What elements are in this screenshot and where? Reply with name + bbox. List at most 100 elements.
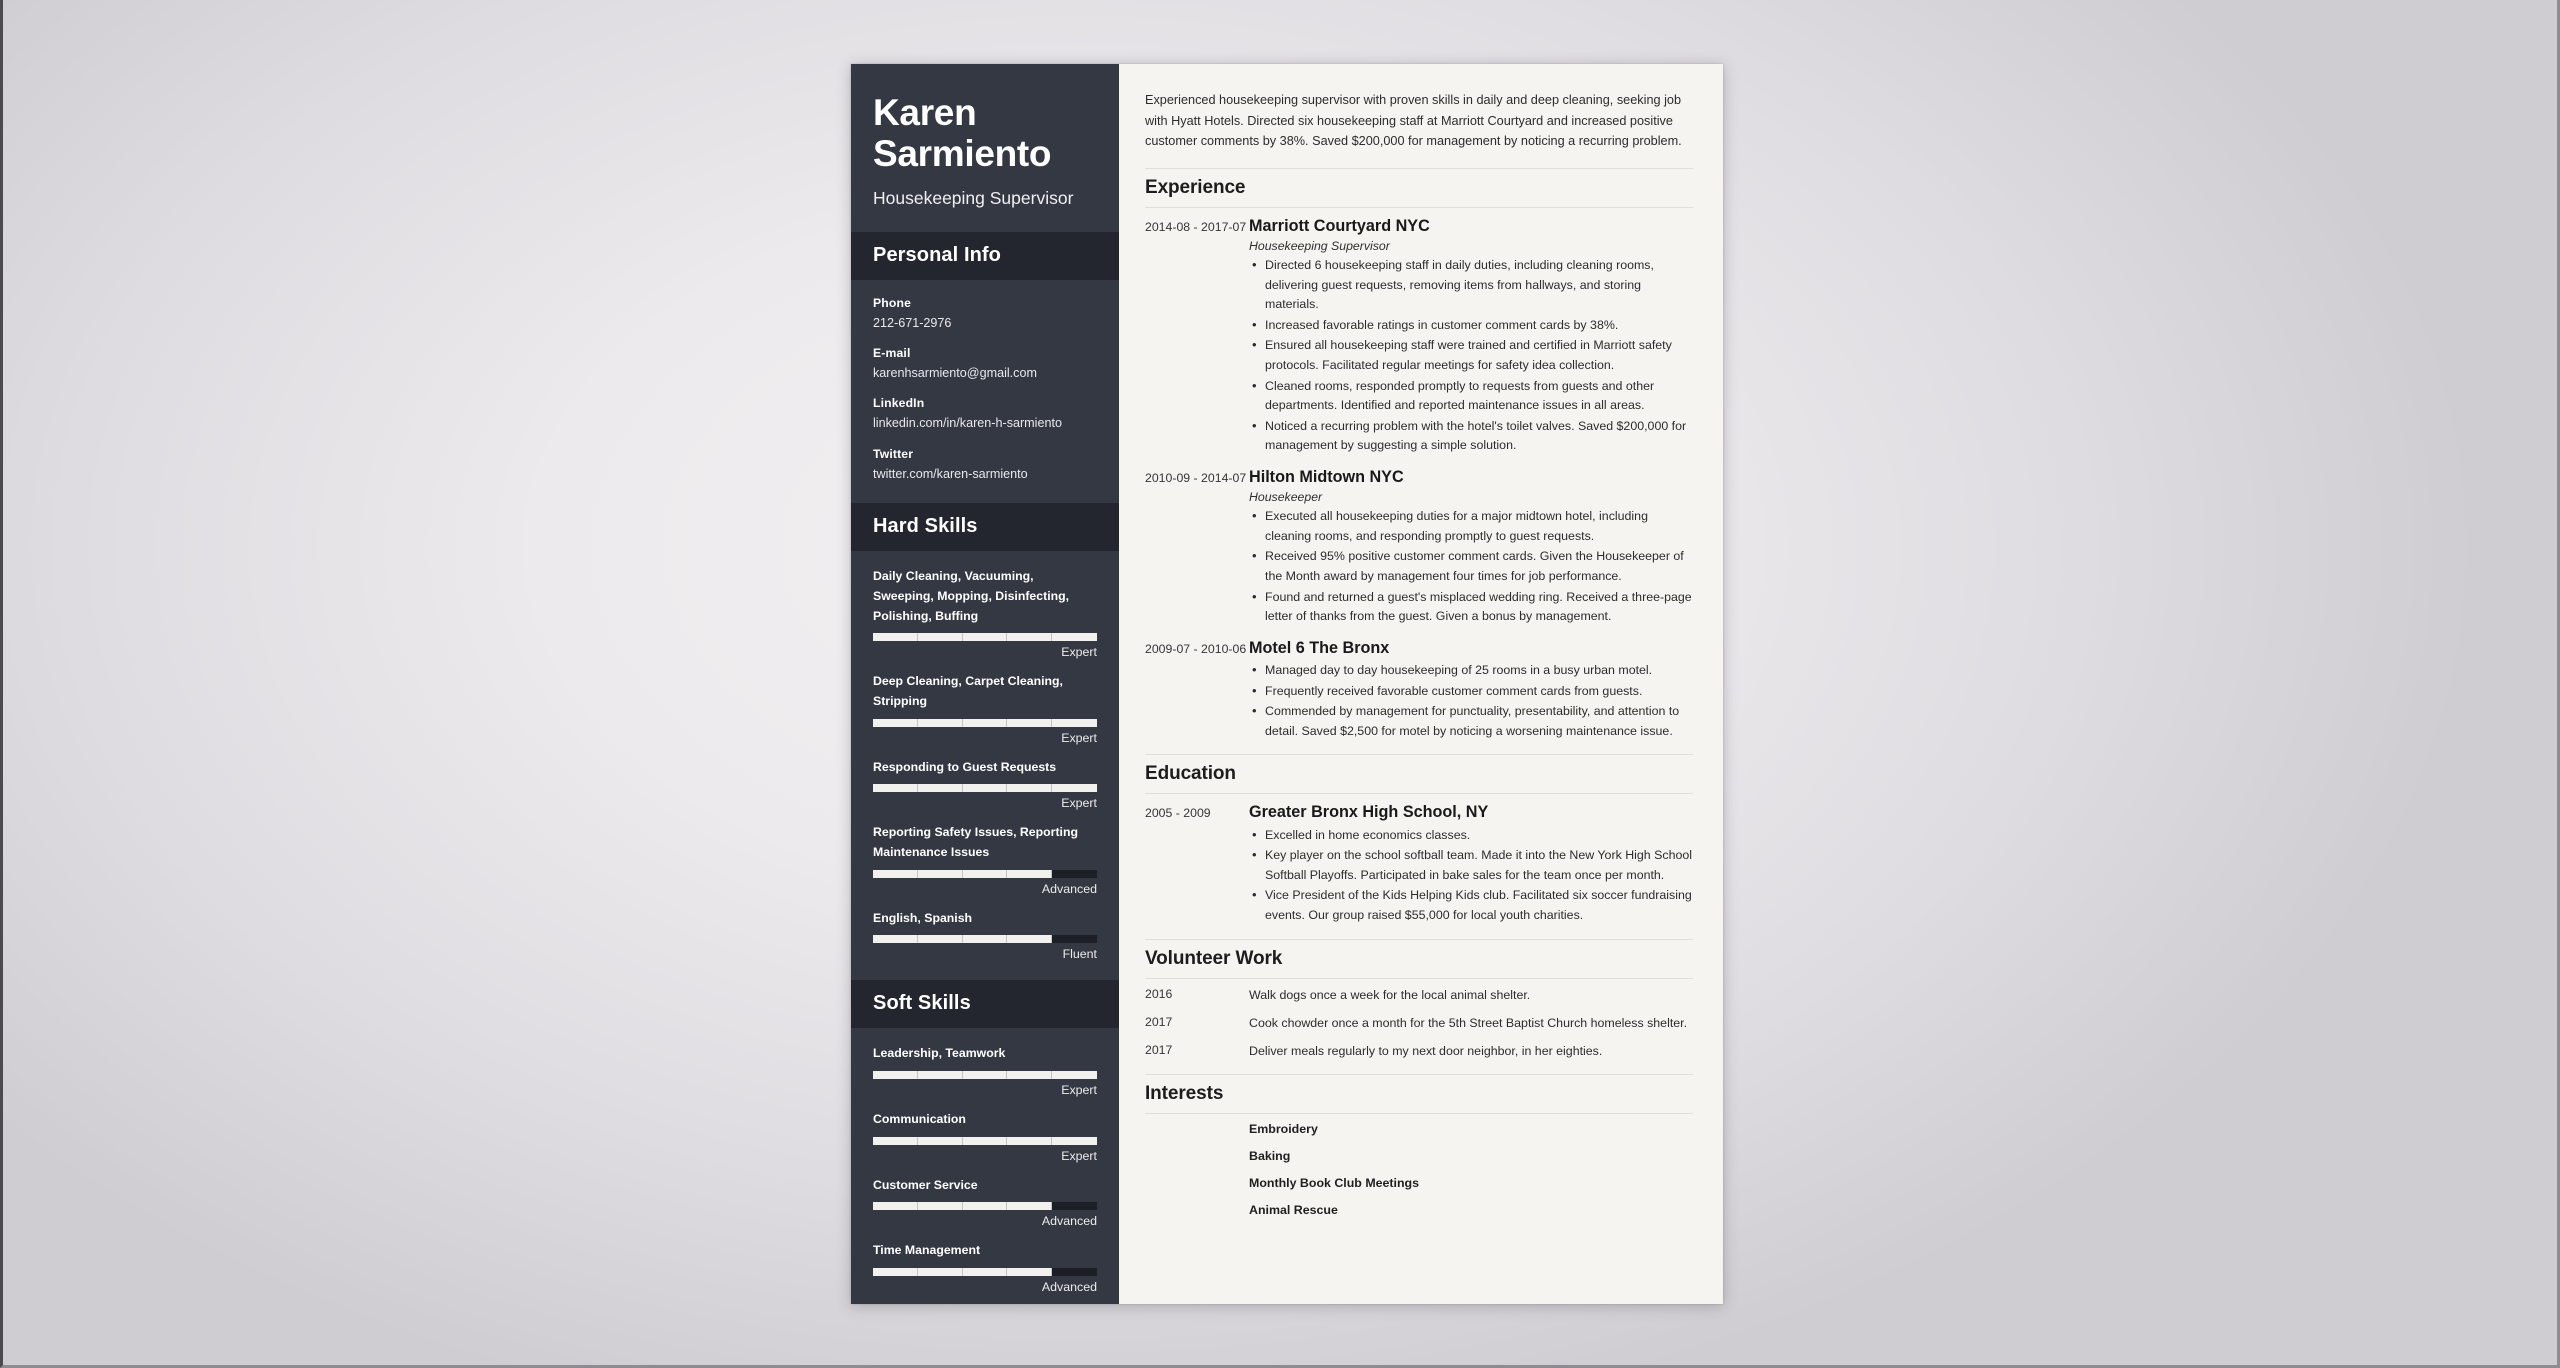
bullet-item: Excelled in home economics classes. — [1249, 825, 1693, 846]
professional-summary: Experienced housekeeping supervisor with… — [1145, 93, 1682, 149]
skill-bar — [873, 935, 1097, 944]
skill-level: Advanced — [1041, 1279, 1097, 1294]
skill-item: English, Spanish Fluent — [873, 909, 1097, 962]
candidate-name: Karen Sarmiento — [873, 92, 1052, 175]
contact-item-twitter: Twitter twitter.com/karen-sarmiento — [873, 447, 1097, 482]
experience-entry: 2010-09 - 2014-07 Hilton Midtown NYC Hou… — [1145, 467, 1693, 628]
entry-date: 2014-08 - 2017-07 — [1145, 219, 1247, 234]
resume-page: Karen Sarmiento Housekeeping Supervisor … — [851, 64, 1723, 1304]
skill-bar — [873, 1202, 1097, 1211]
entry-role: Housekeeping Supervisor — [1249, 238, 1390, 253]
skill-name: Leadership, Teamwork — [873, 1046, 1006, 1061]
skill-bar-ticks — [873, 1070, 1097, 1079]
entry-organization: Greater Bronx High School, NY — [1249, 803, 1489, 822]
skill-level: Expert — [1061, 645, 1097, 660]
entry-organization: Motel 6 The Bronx — [1249, 638, 1390, 657]
skill-bar — [873, 1070, 1097, 1079]
skill-item: Communication Expert — [873, 1110, 1097, 1163]
entry-body: Greater Bronx High School, NY Excelled i… — [1249, 802, 1693, 926]
skill-name: Daily Cleaning, Vacuuming, Sweeping, Mop… — [873, 569, 1070, 623]
interest-label: Embroidery — [1249, 1121, 1318, 1136]
section-title-volunteer-work: Volunteer Work — [1145, 938, 1693, 979]
bullet-item: Received 95% positive customer comment c… — [1249, 546, 1693, 586]
contact-label: Phone — [873, 295, 911, 310]
skill-level: Advanced — [1041, 881, 1097, 896]
interest-gutter — [1145, 1203, 1249, 1217]
education-entry: 2005 - 2009 Greater Bronx High School, N… — [1145, 802, 1693, 926]
skill-bar — [873, 718, 1097, 727]
interest-label: Monthly Book Club Meetings — [1249, 1175, 1420, 1190]
contact-value[interactable]: twitter.com/karen-sarmiento — [873, 466, 1097, 482]
contact-item-phone: Phone 212-671-2976 — [873, 296, 1097, 331]
section-title-interests: Interests — [1145, 1073, 1693, 1114]
skill-level: Expert — [1061, 1082, 1097, 1097]
section-heading-hard-skills: Hard Skills — [851, 503, 1119, 552]
skill-bar — [873, 1267, 1097, 1276]
interest-entry: Monthly Book Club Meetings — [1145, 1176, 1693, 1190]
bullet-item: Managed day to day housekeeping of 25 ro… — [1249, 660, 1693, 681]
skill-name: Customer Service — [873, 1177, 978, 1192]
volunteer-entry: 2017 Deliver meals regularly to my next … — [1145, 1043, 1693, 1060]
entry-date: 2009-07 - 2010-06 — [1145, 641, 1247, 656]
skill-bar-ticks — [873, 869, 1097, 878]
skill-item: Daily Cleaning, Vacuuming, Sweeping, Mop… — [873, 567, 1097, 659]
bullet-item: Noticed a recurring problem with the hot… — [1249, 416, 1693, 456]
entry-body: Marriott Courtyard NYC Housekeeping Supe… — [1249, 216, 1693, 457]
skill-name: Time Management — [873, 1243, 981, 1258]
contact-value[interactable]: linkedin.com/in/karen-h-sarmiento — [873, 415, 1097, 431]
entry-bullets: Directed 6 housekeeping staff in daily d… — [1249, 255, 1693, 456]
volunteer-entry: 2016 Walk dogs once a week for the local… — [1145, 987, 1693, 1004]
bullet-item: Commended by management for punctuality,… — [1249, 701, 1693, 741]
bullet-item: Found and returned a guest's misplaced w… — [1249, 587, 1693, 627]
volunteer-year: 2017 — [1145, 1014, 1173, 1029]
contact-value[interactable]: karenhsarmiento@gmail.com — [873, 365, 1097, 381]
entry-bullets: Executed all housekeeping duties for a m… — [1249, 506, 1693, 627]
skill-level: Expert — [1061, 1148, 1097, 1163]
interest-entry: Animal Rescue — [1145, 1203, 1693, 1217]
skill-bar-ticks — [873, 1202, 1097, 1211]
entry-organization: Hilton Midtown NYC — [1249, 467, 1404, 486]
skill-level: Advanced — [1041, 1214, 1097, 1229]
skill-bar — [873, 1136, 1097, 1145]
skill-bar-ticks — [873, 1136, 1097, 1145]
entry-bullets: Excelled in home economics classes. Key … — [1249, 825, 1693, 926]
skill-item: Time Management Advanced — [873, 1241, 1097, 1294]
interest-label: Baking — [1249, 1148, 1291, 1163]
bullet-item: Frequently received favorable customer c… — [1249, 681, 1693, 702]
skill-bar — [873, 633, 1097, 642]
skill-level: Fluent — [1062, 947, 1097, 962]
skill-bar-ticks — [873, 718, 1097, 727]
skill-bar-ticks — [873, 784, 1097, 793]
contact-item-linkedin: LinkedIn linkedin.com/in/karen-h-sarmien… — [873, 396, 1097, 431]
section-title-experience: Experience — [1145, 167, 1693, 208]
skill-item: Customer Service Advanced — [873, 1176, 1097, 1229]
contact-label: Twitter — [873, 446, 914, 461]
section-experience: Experience 2014-08 - 2017-07 Marriott Co… — [1145, 166, 1693, 743]
volunteer-text: Deliver meals regularly to my next door … — [1249, 1044, 1603, 1059]
volunteer-year: 2016 — [1145, 986, 1173, 1001]
section-education: Education 2005 - 2009 Greater Bronx High… — [1145, 752, 1693, 926]
skill-item: Deep Cleaning, Carpet Cleaning, Strippin… — [873, 672, 1097, 745]
entry-body: Hilton Midtown NYC Housekeeper Executed … — [1249, 467, 1693, 628]
interest-entry: Baking — [1145, 1149, 1693, 1163]
skill-name: Reporting Safety Issues, Reporting Maint… — [873, 825, 1078, 859]
bullet-item: Executed all housekeeping duties for a m… — [1249, 506, 1693, 546]
skill-bar-ticks — [873, 1267, 1097, 1276]
section-title-education: Education — [1145, 754, 1693, 795]
volunteer-entry: 2017 Cook chowder once a month for the 5… — [1145, 1015, 1693, 1032]
candidate-job-title: Housekeeping Supervisor — [873, 187, 1074, 208]
experience-entry: 2014-08 - 2017-07 Marriott Courtyard NYC… — [1145, 216, 1693, 457]
bullet-item: Increased favorable ratings in customer … — [1249, 315, 1693, 336]
personal-info-list: Phone 212-671-2976 E-mail karenhsarmient… — [851, 280, 1119, 503]
skill-level: Expert — [1061, 730, 1097, 745]
entry-date: 2010-09 - 2014-07 — [1145, 470, 1247, 485]
skill-item: Responding to Guest Requests Expert — [873, 758, 1097, 810]
skill-name: Responding to Guest Requests — [873, 759, 1057, 774]
entry-date: 2005 - 2009 — [1145, 806, 1211, 821]
skill-bar — [873, 784, 1097, 793]
entry-organization: Marriott Courtyard NYC — [1249, 216, 1430, 235]
bullet-item: Directed 6 housekeeping staff in daily d… — [1249, 255, 1693, 315]
entry-body: Motel 6 The Bronx Managed day to day hou… — [1249, 638, 1693, 743]
skill-name: English, Spanish — [873, 910, 973, 925]
volunteer-text: Walk dogs once a week for the local anim… — [1249, 987, 1531, 1002]
